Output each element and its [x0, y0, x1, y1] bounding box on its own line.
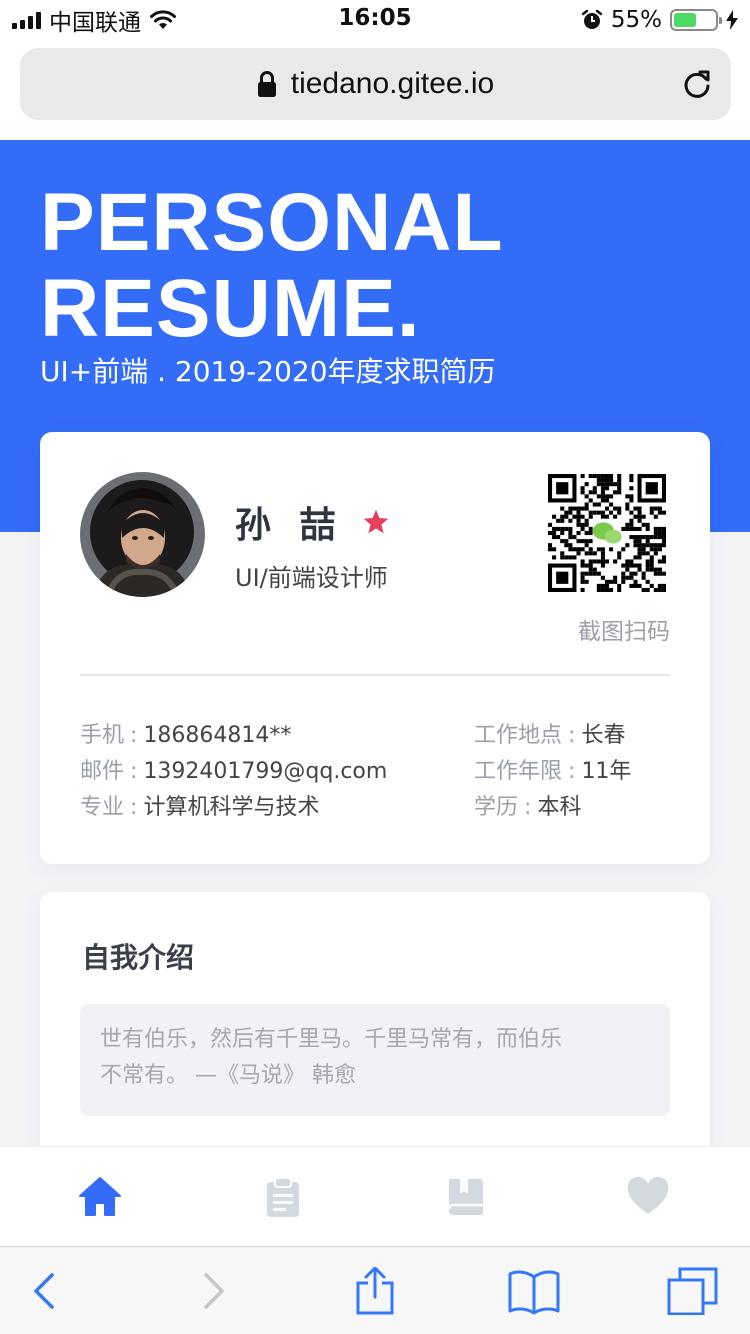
share-icon [356, 1267, 394, 1315]
alarm-icon [581, 9, 603, 29]
qr-label: 截图扫码 [578, 619, 670, 645]
back-icon [34, 1273, 54, 1309]
home-icon [79, 1177, 121, 1216]
profile-role: UI/前端设计师 [235, 564, 388, 592]
info-key: 专业 [80, 795, 125, 820]
avatar [80, 472, 205, 597]
page-title: PERSONAL RESUME. [40, 180, 504, 352]
info-row-education: 学历: 本科 [474, 795, 582, 820]
bookmarks-icon [508, 1270, 560, 1315]
title-line-2: RESUME. [40, 263, 421, 354]
experience-value: 11年 [581, 759, 632, 784]
tab-book[interactable] [444, 1175, 488, 1219]
forward-icon [204, 1273, 224, 1309]
app-tab-bar [0, 1146, 750, 1246]
tabs-icon [667, 1267, 718, 1315]
quote-box: 世有伯乐，然后有千里马。千里马常有，而伯乐 不常有。 —《马说》 韩愈 [80, 1004, 670, 1116]
status-bar: 中国联通 16:05 55% [0, 0, 750, 40]
info-key: 工作地点 [474, 723, 563, 748]
info-row-location: 工作地点: 长春 [474, 723, 626, 748]
info-column-left: 手机:186864814** 邮件:1392401799@qq.com 专业: 计… [80, 718, 387, 826]
profile-card: 孙 喆 UI/前端设计师 截图扫码 手机:186864814** 邮件:1392… [40, 432, 710, 864]
back-button[interactable] [20, 1267, 72, 1315]
email-value[interactable]: 1392401799@qq.com [143, 759, 387, 784]
page-subtitle: UI+前端 . 2019-2020年度求职简历 [40, 355, 496, 388]
tab-clipboard[interactable] [261, 1175, 305, 1219]
profile-name: 孙 喆 [235, 505, 344, 546]
section-title: 自我介绍 [82, 941, 195, 974]
reload-icon[interactable] [681, 68, 713, 100]
divider [80, 674, 670, 676]
info-key: 工作年限 [474, 759, 563, 784]
phone-value: 186864814** [143, 723, 292, 748]
bookmarks-button[interactable] [508, 1267, 560, 1315]
battery-percent: 55% [610, 7, 662, 33]
browser-toolbar [0, 1246, 750, 1334]
charging-bolt-icon [726, 10, 738, 30]
address-bar[interactable]: tiedano.gitee.io [20, 48, 731, 120]
quote-line-1: 世有伯乐，然后有千里马。千里马常有，而伯乐 [100, 1027, 563, 1052]
info-key: 学历 [474, 795, 519, 820]
major-value: 计算机科学与技术 [143, 795, 320, 820]
url-text[interactable]: tiedano.gitee.io [291, 67, 495, 101]
tab-heart[interactable] [626, 1175, 670, 1219]
battery-icon [670, 9, 722, 31]
info-row-email: 邮件:1392401799@qq.com [80, 759, 388, 784]
star-icon [363, 509, 388, 534]
location-value: 长春 [581, 723, 626, 748]
tabs-button[interactable] [666, 1267, 718, 1315]
education-value: 本科 [537, 795, 582, 820]
title-line-1: PERSONAL [40, 177, 504, 268]
clipboard-icon [267, 1177, 299, 1217]
browser-header: tiedano.gitee.io [0, 40, 750, 140]
info-column-right: 工作地点: 长春 工作年限:11年 学历: 本科 [474, 718, 631, 826]
forward-button[interactable] [186, 1267, 238, 1315]
info-row-phone: 手机:186864814** [80, 723, 292, 748]
quote-line-2: 不常有。 —《马说》 韩愈 [100, 1063, 356, 1088]
info-key: 邮件 [80, 759, 125, 784]
tab-home[interactable] [78, 1175, 122, 1219]
info-row-experience: 工作年限:11年 [474, 759, 632, 784]
share-button[interactable] [349, 1267, 401, 1315]
book-icon [447, 1179, 483, 1215]
info-key: 手机 [80, 723, 125, 748]
info-row-major: 专业: 计算机科学与技术 [80, 795, 320, 820]
battery-fill [674, 13, 696, 27]
qr-code [548, 474, 666, 592]
heart-icon [627, 1176, 669, 1214]
lock-icon [257, 71, 276, 97]
